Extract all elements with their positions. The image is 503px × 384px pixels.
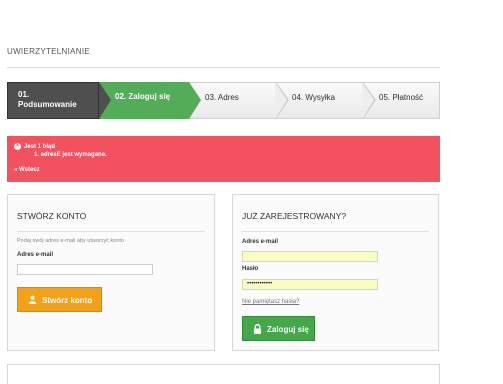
panel-divider — [242, 231, 429, 232]
checkout-steps: 01. Podsumowanie 02. Zaloguj się 03. Adre… — [7, 82, 440, 119]
create-email-input[interactable] — [17, 264, 153, 275]
panel-divider — [17, 231, 205, 232]
next-section-panel — [7, 364, 440, 384]
step-arrow — [275, 82, 287, 119]
step-shipping: 04. Wysyłka — [276, 82, 363, 119]
error-alert: ✕ Jest 1 błąd 1. adresE jest wymagane. «… — [7, 136, 440, 182]
login-title: JUŻ ZAREJESTROWANY? — [242, 211, 347, 221]
step-login-label: 02. Zaloguj się — [115, 92, 171, 101]
create-account-note: Podaj swój adres e-mail aby utworzyć kon… — [17, 238, 124, 244]
create-account-button[interactable]: Stwórz konto — [17, 287, 102, 312]
login-button-label: Zaloguj się — [267, 325, 309, 334]
error-item: 1. adresE jest wymagane. — [34, 152, 107, 158]
step-summary[interactable]: 01. Podsumowanie — [7, 82, 99, 119]
step-login: 02. Zaloguj się — [99, 82, 189, 119]
step-arrow — [362, 82, 374, 119]
step-arrow — [189, 82, 201, 119]
create-account-panel: STWÓRZ KONTO Podaj swój adres e-mail aby… — [7, 194, 215, 351]
back-link[interactable]: « Wstecz — [14, 167, 40, 173]
page-title: UWIERZYTELNIANIE — [7, 47, 91, 56]
create-account-title: STWÓRZ KONTO — [17, 211, 87, 221]
login-panel: JUŻ ZAREJESTROWANY? Adres e-mail Hasło •… — [232, 194, 439, 351]
step-address: 03. Adres — [189, 82, 276, 119]
forgot-password-link[interactable]: Nie pamiętasz hasła? — [242, 299, 299, 305]
step-arrow — [99, 82, 111, 119]
lock-icon — [253, 323, 262, 336]
login-email-label: Adres e-mail — [242, 239, 279, 245]
step-summary-number: 01. — [18, 90, 30, 99]
title-divider — [7, 67, 440, 68]
step-summary-label: Podsumowanie — [18, 100, 77, 109]
user-icon — [28, 295, 37, 306]
x-circle-icon: ✕ — [14, 143, 21, 150]
login-button[interactable]: Zaloguj się — [242, 316, 315, 341]
step-shipping-label: 04. Wysyłka — [292, 93, 336, 102]
login-email-input[interactable] — [242, 251, 378, 262]
step-payment-label: 05. Płatność — [379, 93, 424, 102]
create-email-label: Adres e-mail — [17, 252, 54, 258]
password-label: Hasło — [242, 266, 259, 272]
create-account-button-label: Stwórz konto — [42, 296, 93, 305]
error-heading: Jest 1 błąd — [24, 144, 56, 150]
step-address-label: 03. Adres — [205, 93, 239, 102]
password-input[interactable]: •••••••••••• — [242, 279, 378, 290]
